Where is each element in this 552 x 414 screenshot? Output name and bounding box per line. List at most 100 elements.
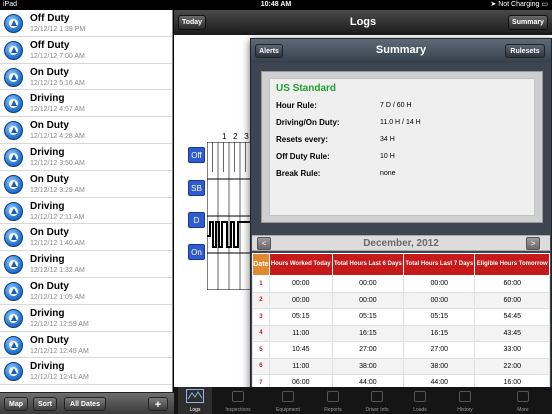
status-icon bbox=[4, 174, 23, 194]
tab-label: History bbox=[457, 407, 473, 413]
hours-cell: 38:00 bbox=[331, 357, 405, 375]
hours-cell: 05:15 bbox=[331, 308, 405, 326]
hours-cell: 38:00 bbox=[403, 357, 476, 375]
table-row[interactable]: 2 00:00 00:00 00:00 60:00 bbox=[252, 291, 550, 309]
map-button[interactable]: Map bbox=[4, 397, 28, 411]
list-item[interactable]: Driving 12/12/12 12:59 AM bbox=[0, 305, 172, 332]
log-status: On Duty bbox=[30, 66, 69, 78]
list-item[interactable]: Driving 12/12/12 2:11 AM bbox=[0, 198, 172, 225]
date-cell: 6 bbox=[252, 357, 270, 375]
log-list[interactable]: Off Duty 12/12/12 1:39 PM Off Duty 12/12/12… bbox=[0, 10, 173, 392]
log-status: On Duty bbox=[30, 227, 69, 239]
log-status: On Duty bbox=[30, 280, 69, 292]
hours-cell: 27:00 bbox=[331, 341, 405, 359]
hours-cell: 00:00 bbox=[331, 275, 405, 293]
status-icon bbox=[4, 121, 23, 141]
sort-button[interactable]: Sort bbox=[33, 397, 57, 411]
driving-value: 11.0 H / 14 H bbox=[380, 119, 421, 126]
list-item[interactable]: Driving 12/12/12 12:41 AM bbox=[0, 358, 172, 386]
list-item[interactable]: Off Duty 12/12/12 1:39 PM bbox=[0, 10, 172, 37]
table-row[interactable]: 1 00:00 00:00 00:00 60:00 bbox=[252, 275, 550, 293]
tab-logs[interactable]: Logs bbox=[178, 387, 212, 414]
hours-cell: 60:00 bbox=[474, 275, 550, 293]
add-button[interactable]: + bbox=[148, 397, 168, 411]
log-date: 12/12/12 12:59 AM bbox=[30, 320, 89, 328]
log-date: 12/12/12 12:41 AM bbox=[30, 374, 89, 382]
table-row[interactable]: 5 10:45 27:00 27:00 33:00 bbox=[252, 341, 550, 359]
driver-info-icon bbox=[371, 391, 383, 402]
log-date: 12/12/12 4:57 AM bbox=[30, 106, 85, 114]
hours-cell: 05:15 bbox=[403, 308, 476, 326]
more-icon bbox=[517, 391, 529, 402]
list-item[interactable]: Off Duty 12/12/12 7:00 AM bbox=[0, 37, 172, 64]
list-item[interactable]: On Duty 12/12/12 3:29 AM bbox=[0, 171, 172, 198]
list-item[interactable]: On Duty 12/12/12 1:05 AM bbox=[0, 278, 172, 305]
hours-cell: 00:00 bbox=[268, 291, 333, 309]
driving-button[interactable]: D bbox=[188, 212, 205, 228]
log-date: 12/12/12 2:11 AM bbox=[30, 213, 85, 221]
resets-value: 34 H bbox=[380, 136, 395, 143]
summary-button[interactable]: Summary bbox=[508, 15, 548, 30]
tab-loads[interactable]: Loads bbox=[400, 387, 440, 414]
resets-label: Resets every: bbox=[276, 135, 329, 144]
log-date: 12/12/12 1:39 PM bbox=[30, 26, 86, 33]
list-item[interactable]: Driving 12/12/12 3:50 AM bbox=[0, 144, 172, 171]
off-duty-button[interactable]: Off bbox=[188, 147, 205, 163]
list-item[interactable]: Driving 12/12/12 4:57 AM bbox=[0, 90, 172, 118]
tab-reports[interactable]: Reports bbox=[312, 387, 354, 414]
table-row[interactable]: 6 11:00 38:00 38:00 22:00 bbox=[252, 357, 550, 375]
duty-status-grid[interactable] bbox=[207, 142, 251, 290]
hours-cell: 43:45 bbox=[474, 324, 550, 342]
list-item[interactable]: On Duty 12/12/12 1:40 AM bbox=[0, 224, 172, 252]
table-row[interactable]: 3 05:15 05:15 05:15 54:45 bbox=[252, 308, 550, 326]
status-icon bbox=[4, 362, 23, 382]
tab-driver-info[interactable]: Driver Info bbox=[354, 387, 400, 414]
hours-cell: 16:15 bbox=[403, 324, 476, 342]
log-status: Driving bbox=[30, 200, 65, 212]
log-date: 12/12/12 1:40 AM bbox=[30, 240, 85, 248]
table-row[interactable]: 4 11:00 16:15 16:15 43:45 bbox=[252, 324, 550, 342]
hour-label: 2 bbox=[233, 132, 238, 141]
ruleset-panel: US Standard Hour Rule: 7 D / 60 H Drivin… bbox=[261, 71, 543, 223]
tab-label: Reports bbox=[324, 407, 342, 413]
hours-cell: 10:45 bbox=[268, 341, 333, 359]
grid-hour-labels: 1 2 3 bbox=[222, 132, 249, 141]
list-item[interactable]: On Duty 12/12/12 4:28 AM bbox=[0, 117, 172, 144]
rulesets-button[interactable]: Rulesets bbox=[505, 44, 545, 58]
list-item[interactable]: Driving 12/12/12 1:32 AM bbox=[0, 251, 172, 278]
log-status: On Duty bbox=[30, 120, 69, 132]
column-header: Total Hours Last 6 Days bbox=[331, 253, 405, 276]
date-cell: 1 bbox=[252, 275, 270, 293]
log-status: On Duty bbox=[30, 173, 69, 185]
date-cell: 4 bbox=[252, 324, 270, 342]
log-status: Off Duty bbox=[30, 13, 70, 24]
hours-cell: 11:00 bbox=[268, 324, 333, 342]
tab-inspections[interactable]: Inspections bbox=[212, 387, 264, 414]
log-date: 12/12/12 5:16 AM bbox=[30, 79, 85, 87]
hours-cell: 00:00 bbox=[403, 291, 476, 309]
history-icon bbox=[459, 391, 471, 402]
hour-label: 3 bbox=[244, 132, 249, 141]
hour-rule-value: 7 D / 60 H bbox=[380, 102, 412, 109]
month-selector: < December, 2012 > bbox=[252, 235, 550, 251]
list-item[interactable]: On Duty 12/12/12 5:16 AM bbox=[0, 64, 172, 91]
sleeper-berth-button[interactable]: SB bbox=[188, 180, 205, 196]
tab-history[interactable]: History bbox=[440, 387, 490, 414]
status-icon bbox=[4, 281, 23, 301]
status-icon bbox=[4, 94, 23, 114]
log-date: 12/12/12 1:32 AM bbox=[30, 267, 85, 275]
log-date: 12/12/12 3:29 AM bbox=[30, 186, 85, 194]
tab-more[interactable]: More bbox=[490, 387, 552, 414]
hour-label: 1 bbox=[222, 132, 227, 141]
popover-header: Alerts Summary Rulesets bbox=[251, 39, 551, 63]
logs-navbar: Today Logs Summary bbox=[174, 10, 552, 35]
log-date: 12/12/12 3:50 AM bbox=[30, 159, 85, 167]
list-item[interactable]: On Duty 12/12/12 12:45 AM bbox=[0, 332, 172, 359]
inspections-icon bbox=[232, 391, 244, 402]
all-dates-button[interactable]: All Dates bbox=[64, 397, 106, 411]
hours-cell: 00:00 bbox=[403, 275, 476, 293]
tab-equipment[interactable]: Equipment bbox=[264, 387, 312, 414]
tab-bar: Logs Inspections Equipment Reports Driver In… bbox=[174, 387, 552, 414]
next-month-button[interactable]: > bbox=[526, 237, 540, 250]
on-duty-button[interactable]: On bbox=[188, 244, 205, 260]
